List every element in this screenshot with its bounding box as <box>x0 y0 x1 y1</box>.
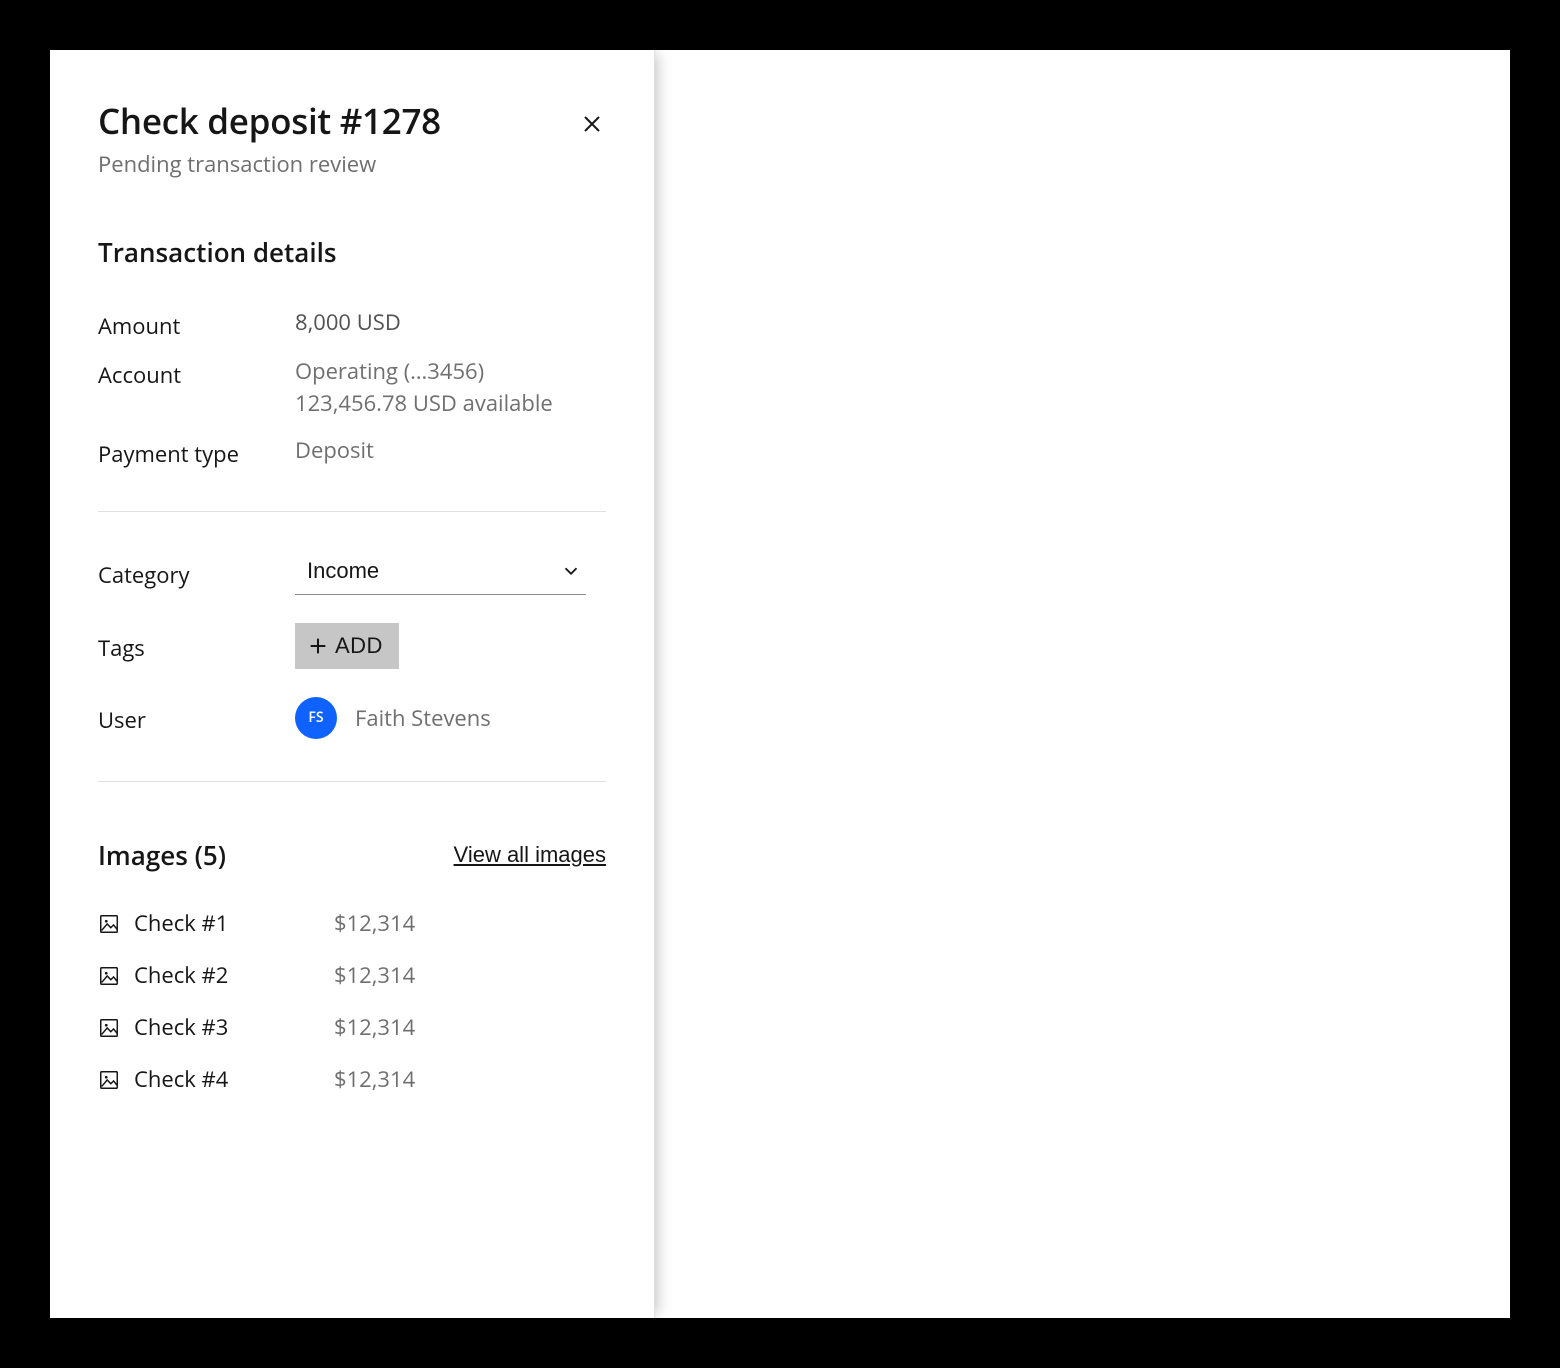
category-value: Income <box>307 558 379 584</box>
divider <box>98 511 606 512</box>
section-heading-images: Images (5) <box>98 837 226 873</box>
panel-subtitle: Pending transaction review <box>98 150 441 179</box>
transaction-detail-panel: Check deposit #1278 Pending transaction … <box>50 50 655 1318</box>
account-name: Operating (…3456) <box>295 356 484 386</box>
tags-label: Tags <box>98 629 295 663</box>
payment-type-label: Payment type <box>98 435 295 469</box>
image-icon <box>98 1069 120 1091</box>
image-amount: $12,314 <box>334 1012 415 1042</box>
close-icon <box>580 112 604 136</box>
category-select[interactable]: Income <box>295 552 586 595</box>
image-label: Check #3 <box>134 1012 294 1042</box>
image-icon <box>98 965 120 987</box>
close-button[interactable] <box>578 110 606 138</box>
plus-icon <box>307 635 329 657</box>
image-label: Check #1 <box>134 908 294 938</box>
image-icon <box>98 913 120 935</box>
chevron-down-icon <box>560 560 582 582</box>
image-amount: $12,314 <box>334 960 415 990</box>
divider <box>98 781 606 782</box>
payment-type-value: Deposit <box>295 435 374 467</box>
image-amount: $12,314 <box>334 1064 415 1094</box>
amount-value: 8,000 USD <box>295 307 401 339</box>
list-item[interactable]: Check #3 $12,314 <box>98 1012 606 1042</box>
add-tag-button[interactable]: ADD <box>295 623 399 669</box>
image-label: Check #2 <box>134 960 294 990</box>
account-label: Account <box>98 356 295 390</box>
list-item[interactable]: Check #1 $12,314 <box>98 908 606 938</box>
section-heading-details: Transaction details <box>98 234 606 270</box>
account-balance: 123,456.78 USD available <box>295 388 553 418</box>
account-value: Operating (…3456) 123,456.78 USD availab… <box>295 356 553 420</box>
amount-label: Amount <box>98 307 295 341</box>
image-icon <box>98 1017 120 1039</box>
list-item[interactable]: Check #4 $12,314 <box>98 1064 606 1094</box>
category-label: Category <box>98 556 295 590</box>
image-label: Check #4 <box>134 1064 294 1094</box>
panel-title: Check deposit #1278 <box>98 102 441 142</box>
avatar: FS <box>295 697 337 739</box>
image-amount: $12,314 <box>334 908 415 938</box>
view-all-images-link[interactable]: View all images <box>454 842 606 868</box>
user-label: User <box>98 701 295 735</box>
user-name: Faith Stevens <box>355 703 491 733</box>
list-item[interactable]: Check #2 $12,314 <box>98 960 606 990</box>
add-button-label: ADD <box>335 633 383 659</box>
